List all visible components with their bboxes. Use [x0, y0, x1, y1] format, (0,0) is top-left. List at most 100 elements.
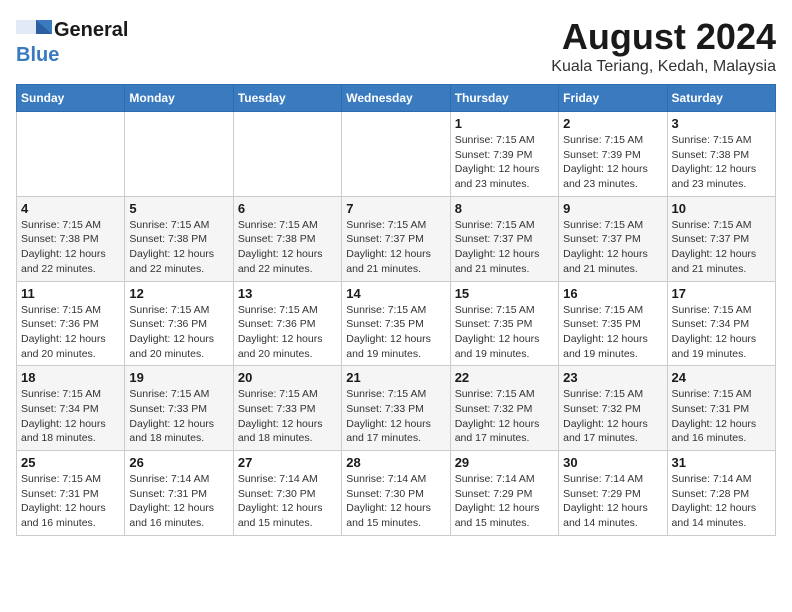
day-number: 13 [238, 286, 337, 301]
logo: General Blue [16, 16, 128, 67]
calendar-cell [233, 112, 341, 197]
day-info: Sunrise: 7:15 AM Sunset: 7:32 PM Dayligh… [455, 387, 554, 446]
day-number: 6 [238, 201, 337, 216]
month-title: August 2024 [551, 16, 776, 58]
page-header: General Blue August 2024 Kuala Teriang, … [16, 16, 776, 76]
calendar-cell: 23 Sunrise: 7:15 AM Sunset: 7:32 PM Dayli… [559, 366, 667, 451]
column-header-wednesday: Wednesday [342, 85, 450, 112]
day-info: Sunrise: 7:15 AM Sunset: 7:32 PM Dayligh… [563, 387, 662, 446]
day-number: 17 [672, 286, 771, 301]
calendar-cell: 29Sunrise: 7:14 AM Sunset: 7:29 PM Dayli… [450, 451, 558, 536]
calendar-cell: 16Sunrise: 7:15 AM Sunset: 7:35 PM Dayli… [559, 281, 667, 366]
day-info: Sunrise: 7:14 AM Sunset: 7:29 PM Dayligh… [455, 472, 554, 531]
day-number: 20 [238, 370, 337, 385]
day-info: Sunrise: 7:15 AM Sunset: 7:31 PM Dayligh… [672, 387, 771, 446]
day-info: Sunrise: 7:15 AM Sunset: 7:37 PM Dayligh… [672, 218, 771, 277]
day-number: 25 [21, 455, 120, 470]
day-info: Sunrise: 7:15 AM Sunset: 7:34 PM Dayligh… [21, 387, 120, 446]
column-header-tuesday: Tuesday [233, 85, 341, 112]
day-number: 4 [21, 201, 120, 216]
day-info: Sunrise: 7:15 AM Sunset: 7:36 PM Dayligh… [129, 303, 228, 362]
day-number: 8 [455, 201, 554, 216]
day-number: 30 [563, 455, 662, 470]
calendar-cell [342, 112, 450, 197]
day-info: Sunrise: 7:14 AM Sunset: 7:28 PM Dayligh… [672, 472, 771, 531]
calendar-cell: 25 Sunrise: 7:15 AM Sunset: 7:31 PM Dayli… [17, 451, 125, 536]
column-header-thursday: Thursday [450, 85, 558, 112]
calendar-cell [125, 112, 233, 197]
day-number: 24 [672, 370, 771, 385]
day-number: 26 [129, 455, 228, 470]
calendar-cell: 31Sunrise: 7:14 AM Sunset: 7:28 PM Dayli… [667, 451, 775, 536]
day-info: Sunrise: 7:15 AM Sunset: 7:35 PM Dayligh… [455, 303, 554, 362]
calendar-header-row: SundayMondayTuesdayWednesdayThursdayFrid… [17, 85, 776, 112]
calendar-cell: 1 Sunrise: 7:15 AM Sunset: 7:39 PM Daylig… [450, 112, 558, 197]
calendar-cell: 12 Sunrise: 7:15 AM Sunset: 7:36 PM Dayli… [125, 281, 233, 366]
day-info: Sunrise: 7:15 AM Sunset: 7:35 PM Dayligh… [346, 303, 445, 362]
logo-blue: Blue [16, 44, 59, 66]
calendar-cell: 22 Sunrise: 7:15 AM Sunset: 7:32 PM Dayli… [450, 366, 558, 451]
day-info: Sunrise: 7:15 AM Sunset: 7:33 PM Dayligh… [129, 387, 228, 446]
day-number: 7 [346, 201, 445, 216]
week-row-3: 11Sunrise: 7:15 AM Sunset: 7:36 PM Dayli… [17, 281, 776, 366]
calendar-cell: 7 Sunrise: 7:15 AM Sunset: 7:37 PM Daylig… [342, 196, 450, 281]
day-number: 12 [129, 286, 228, 301]
day-number: 10 [672, 201, 771, 216]
day-info: Sunrise: 7:14 AM Sunset: 7:30 PM Dayligh… [346, 472, 445, 531]
day-number: 15 [455, 286, 554, 301]
calendar-cell: 21 Sunrise: 7:15 AM Sunset: 7:33 PM Dayli… [342, 366, 450, 451]
day-number: 1 [455, 116, 554, 131]
day-info: Sunrise: 7:14 AM Sunset: 7:31 PM Dayligh… [129, 472, 228, 531]
week-row-2: 4 Sunrise: 7:15 AM Sunset: 7:38 PM Daylig… [17, 196, 776, 281]
day-number: 23 [563, 370, 662, 385]
day-info: Sunrise: 7:15 AM Sunset: 7:33 PM Dayligh… [346, 387, 445, 446]
calendar-cell: 19 Sunrise: 7:15 AM Sunset: 7:33 PM Dayli… [125, 366, 233, 451]
calendar-cell: 5 Sunrise: 7:15 AM Sunset: 7:38 PM Daylig… [125, 196, 233, 281]
logo-general: General [54, 19, 128, 42]
week-row-1: 1 Sunrise: 7:15 AM Sunset: 7:39 PM Daylig… [17, 112, 776, 197]
calendar-cell: 11Sunrise: 7:15 AM Sunset: 7:36 PM Dayli… [17, 281, 125, 366]
calendar-cell: 3Sunrise: 7:15 AM Sunset: 7:38 PM Daylig… [667, 112, 775, 197]
day-info: Sunrise: 7:15 AM Sunset: 7:37 PM Dayligh… [455, 218, 554, 277]
calendar-cell: 14Sunrise: 7:15 AM Sunset: 7:35 PM Dayli… [342, 281, 450, 366]
location: Kuala Teriang, Kedah, Malaysia [551, 58, 776, 76]
day-number: 28 [346, 455, 445, 470]
title-area: August 2024 Kuala Teriang, Kedah, Malays… [551, 16, 776, 76]
day-info: Sunrise: 7:15 AM Sunset: 7:38 PM Dayligh… [129, 218, 228, 277]
day-info: Sunrise: 7:14 AM Sunset: 7:30 PM Dayligh… [238, 472, 337, 531]
calendar-cell: 10 Sunrise: 7:15 AM Sunset: 7:37 PM Dayli… [667, 196, 775, 281]
calendar-cell: 15 Sunrise: 7:15 AM Sunset: 7:35 PM Dayli… [450, 281, 558, 366]
day-info: Sunrise: 7:15 AM Sunset: 7:36 PM Dayligh… [238, 303, 337, 362]
day-info: Sunrise: 7:15 AM Sunset: 7:31 PM Dayligh… [21, 472, 120, 531]
column-header-sunday: Sunday [17, 85, 125, 112]
day-number: 18 [21, 370, 120, 385]
week-row-4: 18 Sunrise: 7:15 AM Sunset: 7:34 PM Dayli… [17, 366, 776, 451]
day-info: Sunrise: 7:15 AM Sunset: 7:37 PM Dayligh… [563, 218, 662, 277]
day-info: Sunrise: 7:15 AM Sunset: 7:36 PM Dayligh… [21, 303, 120, 362]
calendar-cell: 30Sunrise: 7:14 AM Sunset: 7:29 PM Dayli… [559, 451, 667, 536]
column-header-saturday: Saturday [667, 85, 775, 112]
day-number: 21 [346, 370, 445, 385]
day-number: 5 [129, 201, 228, 216]
day-info: Sunrise: 7:15 AM Sunset: 7:38 PM Dayligh… [238, 218, 337, 277]
calendar-cell: 9 Sunrise: 7:15 AM Sunset: 7:37 PM Daylig… [559, 196, 667, 281]
day-number: 9 [563, 201, 662, 216]
day-number: 2 [563, 116, 662, 131]
calendar-table: SundayMondayTuesdayWednesdayThursdayFrid… [16, 84, 776, 536]
calendar-cell [17, 112, 125, 197]
day-info: Sunrise: 7:15 AM Sunset: 7:35 PM Dayligh… [563, 303, 662, 362]
calendar-cell: 13 Sunrise: 7:15 AM Sunset: 7:36 PM Dayli… [233, 281, 341, 366]
calendar-cell: 20 Sunrise: 7:15 AM Sunset: 7:33 PM Dayli… [233, 366, 341, 451]
day-number: 19 [129, 370, 228, 385]
week-row-5: 25 Sunrise: 7:15 AM Sunset: 7:31 PM Dayli… [17, 451, 776, 536]
day-info: Sunrise: 7:15 AM Sunset: 7:37 PM Dayligh… [346, 218, 445, 277]
day-number: 22 [455, 370, 554, 385]
day-info: Sunrise: 7:15 AM Sunset: 7:39 PM Dayligh… [455, 133, 554, 192]
day-info: Sunrise: 7:15 AM Sunset: 7:38 PM Dayligh… [21, 218, 120, 277]
day-info: Sunrise: 7:15 AM Sunset: 7:33 PM Dayligh… [238, 387, 337, 446]
calendar-cell: 26 Sunrise: 7:14 AM Sunset: 7:31 PM Dayli… [125, 451, 233, 536]
day-info: Sunrise: 7:15 AM Sunset: 7:34 PM Dayligh… [672, 303, 771, 362]
calendar-cell: 18 Sunrise: 7:15 AM Sunset: 7:34 PM Dayli… [17, 366, 125, 451]
calendar-cell: 27Sunrise: 7:14 AM Sunset: 7:30 PM Dayli… [233, 451, 341, 536]
calendar-cell: 28 Sunrise: 7:14 AM Sunset: 7:30 PM Dayli… [342, 451, 450, 536]
